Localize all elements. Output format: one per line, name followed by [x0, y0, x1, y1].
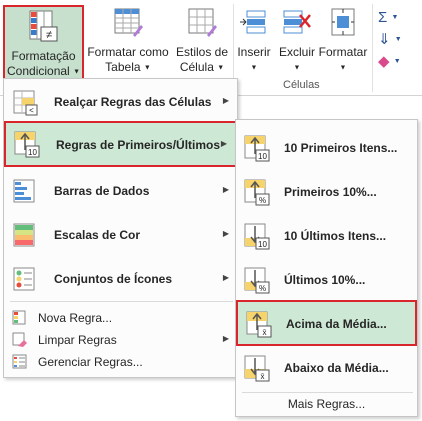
menu-item-label: Escalas de Cor — [54, 228, 141, 242]
menu-item-top-bottom-rules[interactable]: 10 Regras de Primeiros/Últimos ▶ — [4, 121, 237, 167]
chevron-right-icon: ▶ — [222, 185, 229, 194]
top-bottom-rules-submenu: 10 10 Primeiros Itens... % Primeiros 10%… — [235, 119, 418, 417]
chevron-down-icon: ▼ — [143, 64, 151, 72]
svg-text:10: 10 — [28, 148, 37, 157]
bottom-10-items-icon: 10 — [244, 223, 270, 250]
svg-text:x̄: x̄ — [260, 372, 264, 381]
submenu-item-top-10-percent[interactable]: % Primeiros 10%... — [236, 172, 417, 212]
submenu-item-above-average[interactable]: x̄ Acima da Média... — [236, 300, 417, 346]
svg-text:≠: ≠ — [45, 29, 51, 41]
submenu-item-label: Abaixo da Média... — [284, 361, 389, 375]
cells-group-label: Células — [283, 79, 320, 91]
conditional-formatting-menu: < Realçar Regras das Células ▶ 10 Regras… — [3, 78, 238, 378]
chevron-down-icon: ▼ — [293, 64, 301, 72]
cell-styles-label-1: Estilos de — [175, 45, 229, 59]
chevron-right-icon: ▶ — [222, 229, 229, 238]
clear-icon[interactable]: ◆ ▼ — [378, 52, 422, 74]
menu-item-label: Realçar Regras das Células — [54, 95, 212, 109]
cell-styles-label-2: Célula — [179, 60, 214, 74]
svg-text:10: 10 — [258, 240, 267, 249]
chevron-down-icon: ▼ — [217, 64, 225, 72]
above-average-icon: x̄ — [246, 311, 272, 338]
format-button[interactable]: Formatar ▼ — [318, 5, 368, 75]
submenu-item-below-average[interactable]: x̄ Abaixo da Média... — [236, 348, 417, 388]
data-bars-icon — [13, 179, 35, 203]
svg-text:x̄: x̄ — [262, 328, 266, 337]
submenu-item-top-10-items[interactable]: 10 10 Primeiros Itens... — [236, 128, 417, 168]
submenu-item-label: 10 Últimos Itens... — [284, 229, 387, 243]
menu-item-color-scales[interactable]: Escalas de Cor ▶ — [4, 217, 237, 253]
menu-item-clear-rules[interactable]: Limpar Regras ▶ — [4, 329, 237, 351]
menu-item-manage-rules[interactable]: Gerenciar Regras... — [4, 351, 237, 373]
color-scales-icon — [13, 223, 35, 247]
ribbon-separator — [372, 4, 373, 92]
submenu-item-label: Primeiros 10%... — [284, 185, 377, 199]
submenu-item-label: 10 Primeiros Itens... — [284, 141, 398, 155]
delete-label: Excluir — [278, 45, 315, 59]
svg-text:%: % — [259, 196, 266, 205]
cell-styles-icon — [188, 8, 217, 37]
cell-styles-button[interactable]: Estilos de Célula ▼ — [171, 5, 233, 75]
submenu-item-label: Acima da Média... — [286, 317, 387, 331]
insert-cells-icon — [240, 10, 266, 34]
menu-item-label: Nova Regra... — [38, 311, 113, 325]
top-10-items-icon: 10 — [244, 135, 270, 162]
menu-item-highlight-cell-rules[interactable]: < Realçar Regras das Células ▶ — [4, 85, 237, 119]
icon-sets-icon — [13, 267, 35, 291]
chevron-right-icon: ▶ — [220, 139, 227, 148]
eraser-icon — [12, 332, 27, 347]
svg-text:<: < — [29, 106, 34, 115]
format-label: Formatar — [318, 45, 368, 59]
insert-label: Inserir — [237, 45, 271, 59]
menu-item-new-rule[interactable]: Nova Regra... — [4, 307, 237, 329]
conditional-formatting-label-2: Condicional — [7, 64, 70, 78]
delete-button[interactable]: Excluir ▼ — [277, 5, 317, 75]
insert-button[interactable]: Inserir ▼ — [234, 5, 274, 75]
submenu-item-label: Últimos 10%... — [284, 273, 366, 287]
highlight-cells-icon: < — [13, 90, 38, 116]
menu-item-label: Regras de Primeiros/Últimos — [56, 138, 221, 152]
chevron-down-icon: ▼ — [339, 64, 347, 72]
chevron-down-icon: ▼ — [250, 64, 258, 72]
menu-item-label: Gerenciar Regras... — [38, 355, 143, 369]
conditional-formatting-button[interactable]: ≠ Formatação Condicional ▼ — [3, 5, 84, 81]
svg-text:10: 10 — [258, 152, 267, 161]
table-format-icon — [114, 8, 143, 37]
format-cells-icon — [331, 8, 355, 36]
new-rule-icon — [12, 310, 26, 325]
submenu-item-bottom-10-percent[interactable]: % Últimos 10%... — [236, 260, 417, 300]
format-as-table-label-2: Tabela — [105, 60, 141, 74]
editing-tools: Σ ▼ ⇓ ▼ ◆ ▼ — [378, 8, 422, 74]
delete-cells-icon — [283, 10, 311, 34]
top-bottom-rules-icon: 10 — [14, 131, 40, 158]
submenu-item-bottom-10-items[interactable]: 10 10 Últimos Itens... — [236, 216, 417, 256]
chevron-right-icon: ▶ — [222, 96, 229, 105]
menu-item-label: Limpar Regras — [38, 333, 117, 347]
chevron-down-icon: ▼ — [73, 68, 80, 76]
menu-item-icon-sets[interactable]: Conjuntos de Ícones ▶ — [4, 261, 237, 297]
chevron-right-icon: ▶ — [222, 273, 229, 282]
more-rules-link[interactable]: Mais Regras... — [236, 397, 417, 411]
conditional-formatting-icon: ≠ — [29, 10, 57, 42]
below-average-icon: x̄ — [244, 355, 270, 382]
menu-separator — [242, 392, 413, 393]
menu-separator — [10, 301, 233, 302]
format-as-table-button[interactable]: Formatar como Tabela ▼ — [86, 5, 170, 75]
menu-item-label: Conjuntos de Ícones — [54, 272, 173, 286]
autosum-icon[interactable]: Σ ▼ — [378, 8, 422, 30]
menu-item-data-bars[interactable]: Barras de Dados ▶ — [4, 173, 237, 209]
fill-icon[interactable]: ⇓ ▼ — [378, 30, 422, 52]
manage-rules-icon — [12, 354, 27, 369]
format-as-table-label-1: Formatar como — [87, 45, 169, 59]
menu-item-label: Barras de Dados — [54, 184, 150, 198]
bottom-10-percent-icon: % — [244, 267, 270, 294]
conditional-formatting-label-1: Formatação — [11, 49, 76, 63]
svg-text:%: % — [259, 284, 266, 293]
chevron-right-icon: ▶ — [222, 334, 229, 343]
top-10-percent-icon: % — [244, 179, 270, 206]
